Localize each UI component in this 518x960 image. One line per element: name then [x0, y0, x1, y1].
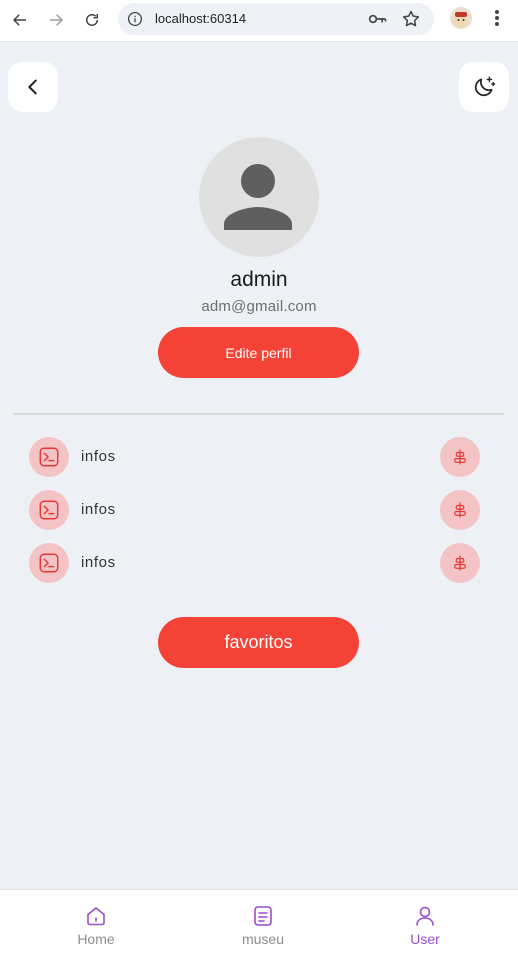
chevron-left-icon — [28, 79, 37, 95]
document-icon — [254, 906, 272, 926]
browser-toolbar: localhost:60314 — [0, 0, 518, 42]
info-row[interactable]: infos — [29, 543, 480, 583]
back-button[interactable] — [8, 62, 58, 112]
bookmark-star-icon[interactable] — [401, 9, 421, 29]
info-row-label: infos — [81, 554, 116, 571]
avatar — [199, 137, 319, 257]
info-row[interactable]: infos — [29, 437, 480, 477]
align-center-icon — [454, 449, 466, 465]
site-info-icon[interactable] — [126, 10, 144, 28]
row-action-button[interactable] — [440, 543, 480, 583]
nav-item-label: User — [410, 931, 440, 947]
home-icon — [87, 907, 105, 926]
align-center-icon — [454, 555, 466, 571]
profile-username: admin — [230, 268, 288, 291]
favorites-button[interactable]: favoritos — [158, 617, 359, 668]
bottom-navigation: Home museu User — [0, 889, 518, 960]
browser-profile-avatar[interactable] — [450, 7, 472, 29]
nav-item-label: Home — [77, 931, 115, 947]
key-icon[interactable] — [368, 10, 388, 28]
moon-stars-icon — [474, 76, 496, 97]
divider — [13, 413, 504, 415]
arrow-left-icon — [12, 14, 26, 26]
row-action-button[interactable] — [440, 490, 480, 530]
terminal-icon — [29, 490, 69, 530]
reload-icon — [86, 14, 98, 26]
info-row[interactable]: infos — [29, 490, 480, 530]
url-text: localhost:60314 — [155, 11, 247, 26]
person-icon — [224, 164, 292, 230]
user-icon — [416, 906, 434, 926]
info-row-label: infos — [81, 448, 116, 465]
browser-reload-button[interactable] — [79, 7, 105, 33]
nav-item-user[interactable]: User — [375, 890, 475, 960]
info-row-label: infos — [81, 501, 116, 518]
browser-back-button[interactable] — [7, 7, 33, 33]
arrow-right-icon — [50, 14, 64, 26]
browser-menu-button[interactable] — [488, 8, 506, 28]
row-action-button[interactable] — [440, 437, 480, 477]
nav-item-home[interactable]: Home — [46, 890, 146, 960]
edit-profile-button[interactable]: Edite perfil — [158, 327, 359, 378]
profile-email: adm@gmail.com — [201, 298, 317, 315]
address-bar[interactable]: localhost:60314 — [118, 3, 434, 35]
terminal-icon — [29, 543, 69, 583]
browser-forward-button[interactable] — [43, 7, 69, 33]
theme-toggle-button[interactable] — [459, 62, 509, 112]
nav-item-museu[interactable]: museu — [213, 890, 313, 960]
align-center-icon — [454, 502, 466, 518]
nav-item-label: museu — [241, 931, 285, 947]
terminal-icon — [29, 437, 69, 477]
